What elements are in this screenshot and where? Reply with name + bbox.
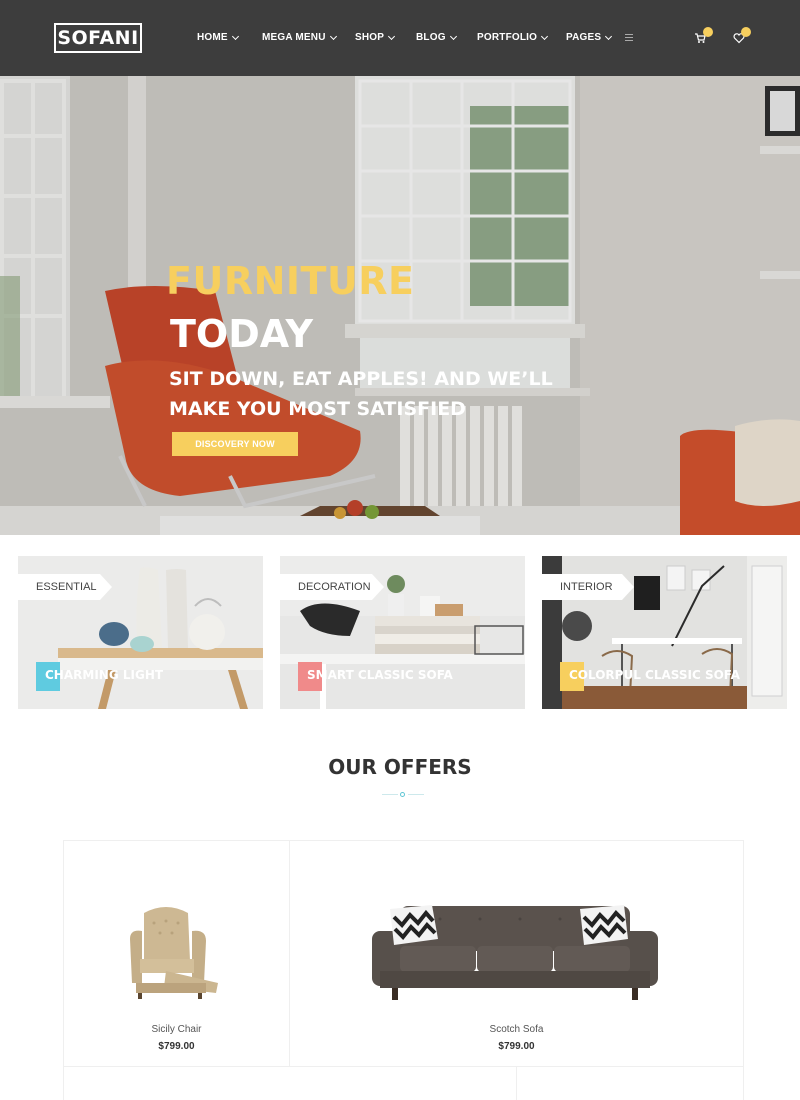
site-header: SOFANI HOME MEGA MENU SHOP BLOG PORTFOLI… [0,0,800,76]
wishlist-badge [741,27,751,37]
product-card[interactable]: Sicily Chair $799.00 [64,841,290,1067]
menu-icon[interactable] [625,34,633,41]
product-price: $799.00 [158,1041,195,1052]
category-title: SMART CLASSIC SOFA [307,668,453,682]
nav-portfolio[interactable]: PORTFOLIO [477,32,549,43]
hero-title-line2: TODAY [170,312,314,356]
category-title: CHARMING LIGHT [45,668,164,682]
hero-title-line1: FURNITURE [166,259,415,303]
chevron-down-icon [329,32,337,40]
nav-home[interactable]: HOME [197,32,239,43]
chevron-down-icon [449,32,457,40]
chevron-down-icon [605,32,613,40]
product-name[interactable]: Scotch Sofa [290,1024,743,1035]
category-card-essential[interactable]: ESSENTIAL CHARMING LIGHT [18,556,263,709]
chevron-down-icon [541,32,549,40]
category-tag: ESSENTIAL [18,574,112,600]
product-card[interactable] [517,1067,744,1100]
hero-room-image [0,76,800,535]
section-title: OUR OFFERS [328,755,472,779]
category-card-decoration[interactable]: DECORATION SMART CLASSIC SOFA [280,556,525,709]
category-tag: INTERIOR [542,574,634,600]
title-divider [408,794,424,795]
product-card[interactable]: Scotch Sofa $799.00 [290,841,744,1067]
title-divider [382,794,398,795]
cart-badge [703,27,713,37]
category-card-interior[interactable]: INTERIOR COLORPUL CLASSIC SOFA [542,556,787,709]
product-image [130,907,218,999]
product-card[interactable] [64,1067,517,1100]
hero-subtitle: SIT DOWN, EAT APPLES! AND WE’LL MAKE YOU… [169,368,553,420]
divider-dot-icon [400,792,405,797]
nav-blog[interactable]: BLOG [416,32,457,43]
chevron-down-icon [231,32,239,40]
chevron-down-icon [388,32,396,40]
product-grid: Sicily Chair $799.00 Scotch Sofa $799.00 [63,840,744,1100]
category-tag: DECORATION [280,574,384,600]
product-price: $799.00 [498,1041,535,1052]
hero-banner: FURNITURE TODAY SIT DOWN, EAT APPLES! AN… [0,76,800,535]
discovery-now-button[interactable]: DISCOVERY NOW [172,432,298,456]
category-title: COLORPUL CLASSIC SOFA [569,668,740,682]
product-name[interactable]: Sicily Chair [64,1024,289,1035]
site-logo[interactable]: SOFANI [54,23,142,53]
product-image [372,905,658,1000]
nav-pages[interactable]: PAGES [566,32,613,43]
nav-mega-menu[interactable]: MEGA MENU [262,32,337,43]
nav-shop[interactable]: SHOP [355,32,396,43]
